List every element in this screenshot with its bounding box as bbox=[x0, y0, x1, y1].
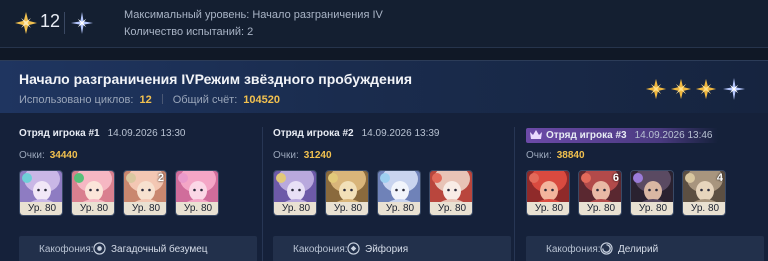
team-header: Отряд игрока #1 14.09.2026 13:30 bbox=[19, 128, 185, 144]
element-icon bbox=[74, 173, 84, 183]
best-team-badge: Отряд игрока #3 14.09.2026 13:46 bbox=[526, 128, 719, 143]
element-icon bbox=[22, 173, 32, 183]
team-panel-3: Отряд игрока #3 14.09.2026 13:46 Очки: 388… bbox=[507, 113, 764, 261]
character-level: Ур. 80 bbox=[20, 202, 62, 215]
eidolon-badge: 6 bbox=[612, 172, 619, 184]
character-card[interactable]: Ур. 80 bbox=[19, 170, 63, 216]
eidolon-badge: 2 bbox=[157, 172, 164, 184]
cacophony-icon bbox=[600, 242, 613, 255]
team-header: Отряд игрока #3 14.09.2026 13:46 bbox=[526, 128, 719, 144]
score-value: 38840 bbox=[556, 150, 585, 161]
character-level: Ур. 80 bbox=[274, 202, 316, 215]
cycles-value: 12 bbox=[139, 94, 152, 106]
result-card: Начало разграничения IVРежим звёздного п… bbox=[0, 60, 768, 261]
element-icon bbox=[633, 173, 643, 183]
character-card[interactable]: Ур. 80 bbox=[526, 170, 570, 216]
character-level: Ур. 80 bbox=[72, 202, 114, 215]
element-icon bbox=[529, 173, 539, 183]
character-level: Ур. 80 bbox=[683, 202, 725, 215]
character-card[interactable]: Ур. 80 bbox=[325, 170, 369, 216]
star-icon bbox=[695, 78, 717, 100]
cacophony-panel: Какофония: Эйфория bbox=[273, 236, 511, 261]
star-icon bbox=[645, 78, 667, 100]
team-date: 14.09.2026 13:46 bbox=[634, 130, 713, 141]
team-date: 14.09.2026 13:39 bbox=[361, 128, 440, 139]
element-icon bbox=[178, 173, 188, 183]
cycles-label: Использовано циклов: bbox=[19, 94, 134, 106]
cycles-summary: Использовано циклов: 12 Общий счёт: 104520 bbox=[19, 94, 280, 106]
total-label: Общий счёт: bbox=[172, 94, 238, 106]
total-value: 104520 bbox=[243, 94, 280, 106]
element-icon bbox=[685, 173, 695, 183]
character-card[interactable]: Ур. 80 bbox=[175, 170, 219, 216]
cacophony-label: Какофония: bbox=[39, 244, 94, 255]
divider bbox=[161, 94, 163, 104]
character-card[interactable]: 4 Ур. 80 bbox=[682, 170, 726, 216]
score-label: Очки: bbox=[526, 150, 552, 161]
character-level: Ур. 80 bbox=[378, 202, 420, 215]
character-card[interactable]: Ур. 80 bbox=[429, 170, 473, 216]
cacophony-icon bbox=[347, 242, 360, 255]
star-icon bbox=[15, 12, 37, 34]
team-panel-2: Отряд игрока #2 14.09.2026 13:39 Очки: 312… bbox=[254, 113, 511, 261]
cacophony-name: Делирий bbox=[618, 244, 659, 255]
attempts-text: Количество испытаний: 2 bbox=[124, 26, 254, 38]
team-score: Очки: 31240 bbox=[273, 150, 332, 161]
score-value: 31240 bbox=[303, 150, 332, 161]
team-name: Отряд игрока #3 bbox=[546, 130, 627, 141]
cacophony-name: Эйфория bbox=[365, 244, 409, 255]
character-card[interactable]: Ур. 80 bbox=[273, 170, 317, 216]
team-score: Очки: 34440 bbox=[19, 150, 78, 161]
character-level: Ур. 80 bbox=[579, 202, 621, 215]
max-level-text: Максимальный уровень: Начало разграничен… bbox=[124, 9, 383, 21]
score-label: Очки: bbox=[19, 150, 45, 161]
team-panel-1: Отряд игрока #1 14.09.2026 13:30 Очки: 344… bbox=[0, 113, 257, 261]
character-card[interactable]: 2 Ур. 80 bbox=[123, 170, 167, 216]
team-date: 14.09.2026 13:30 bbox=[107, 128, 186, 139]
star-count: 12 bbox=[40, 11, 61, 31]
element-icon bbox=[276, 173, 286, 183]
character-level: Ур. 80 bbox=[124, 202, 166, 215]
team-name: Отряд игрока #1 bbox=[19, 128, 100, 139]
cacophony-label: Какофония: bbox=[546, 244, 601, 255]
character-card[interactable]: Ур. 80 bbox=[377, 170, 421, 216]
character-level: Ур. 80 bbox=[527, 202, 569, 215]
character-level: Ур. 80 bbox=[326, 202, 368, 215]
sparkle-icon bbox=[723, 78, 745, 100]
team-name: Отряд игрока #2 bbox=[273, 128, 354, 139]
sparkle-icon bbox=[71, 12, 93, 34]
star-icon bbox=[670, 78, 692, 100]
team-header: Отряд игрока #2 14.09.2026 13:39 bbox=[273, 128, 439, 144]
score-label: Очки: bbox=[273, 150, 299, 161]
element-icon bbox=[126, 173, 136, 183]
character-level: Ур. 80 bbox=[631, 202, 673, 215]
character-card[interactable]: Ур. 80 bbox=[630, 170, 674, 216]
character-level: Ур. 80 bbox=[430, 202, 472, 215]
character-card[interactable]: 6 Ур. 80 bbox=[578, 170, 622, 216]
divider bbox=[64, 12, 65, 34]
summary-bar: 12 Максимальный уровень: Начало разграни… bbox=[0, 0, 768, 48]
team-score: Очки: 38840 bbox=[526, 150, 585, 161]
cacophony-icon bbox=[93, 242, 106, 255]
card-header: Начало разграничения IVРежим звёздного п… bbox=[0, 61, 768, 113]
cacophony-name: Загадочный безумец bbox=[111, 244, 208, 255]
cacophony-panel: Какофония: Делирий bbox=[526, 236, 764, 261]
crown-icon bbox=[530, 130, 542, 139]
element-icon bbox=[581, 173, 591, 183]
character-card[interactable]: Ур. 80 bbox=[71, 170, 115, 216]
element-icon bbox=[328, 173, 338, 183]
element-icon bbox=[432, 173, 442, 183]
element-icon bbox=[380, 173, 390, 183]
score-value: 34440 bbox=[49, 150, 78, 161]
cacophony-label: Какофония: bbox=[293, 244, 348, 255]
cacophony-panel: Какофония: Загадочный безумец bbox=[19, 236, 257, 261]
eidolon-badge: 4 bbox=[716, 172, 723, 184]
character-level: Ур. 80 bbox=[176, 202, 218, 215]
card-title: Начало разграничения IVРежим звёздного п… bbox=[19, 71, 413, 87]
